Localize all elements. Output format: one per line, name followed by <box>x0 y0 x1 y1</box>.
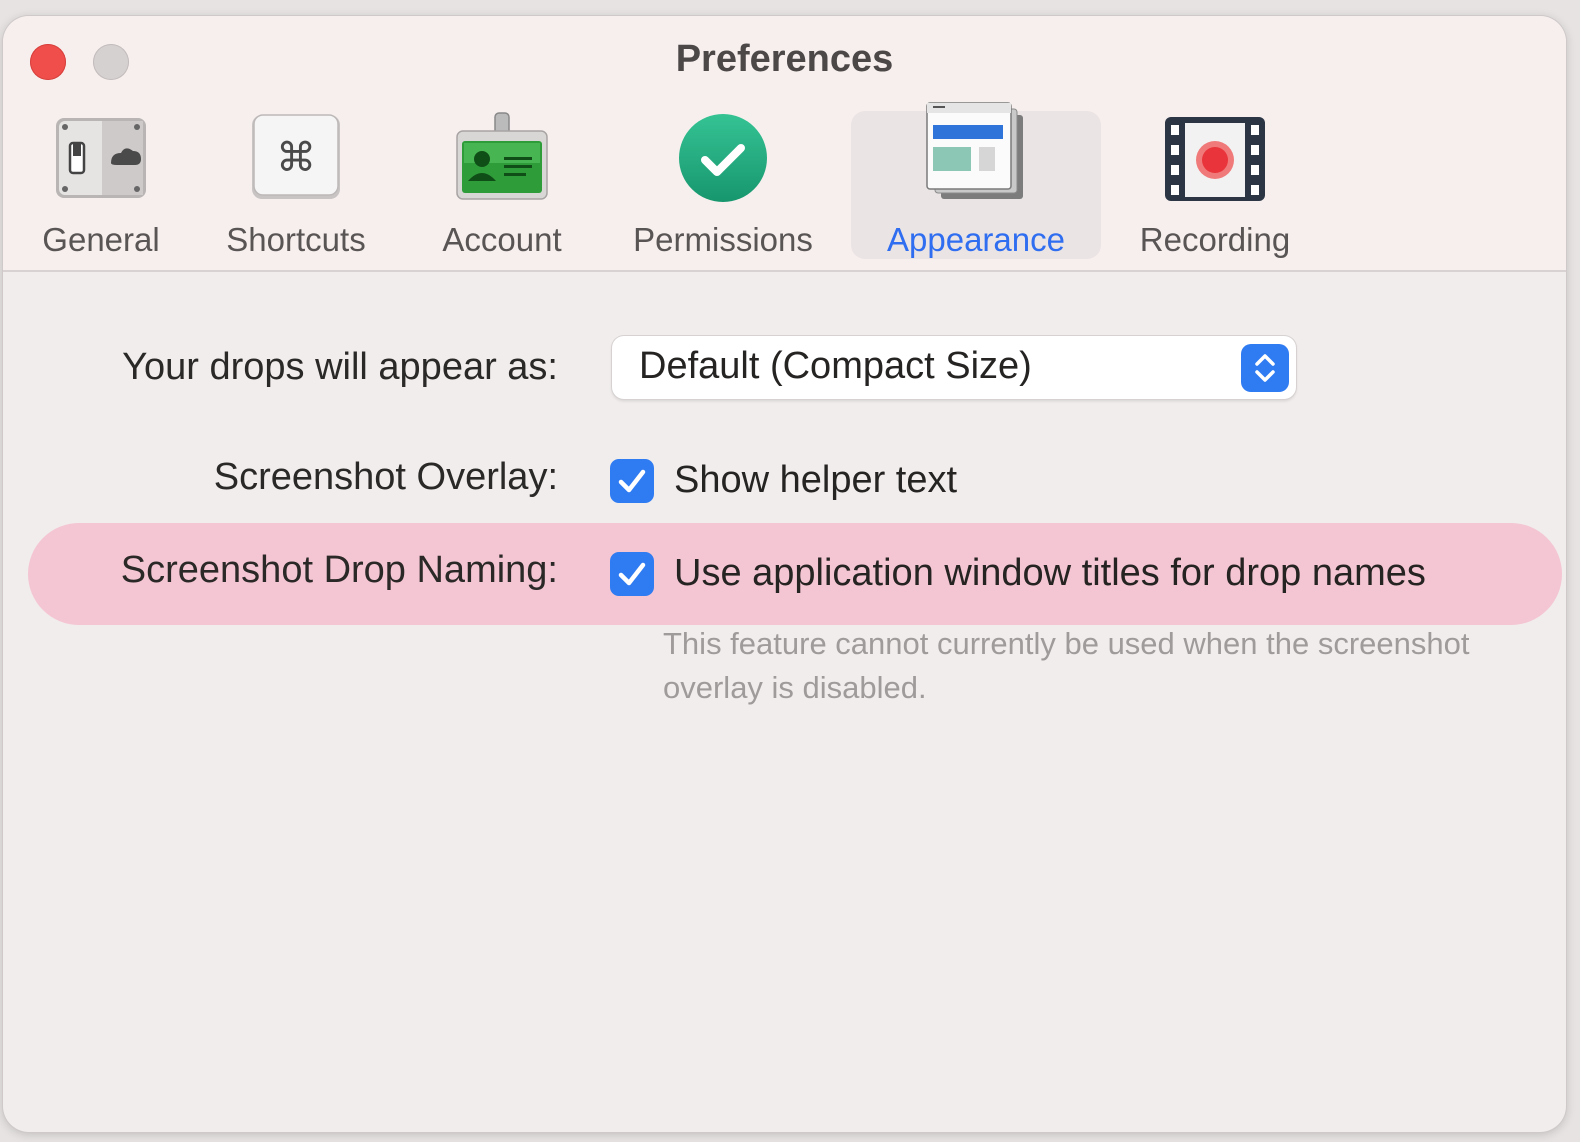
checkmark-icon <box>618 562 646 586</box>
id-badge-icon <box>452 111 552 212</box>
window-title: Preferences <box>675 38 894 80</box>
appearance-label: Your drops will appear as: <box>122 346 558 388</box>
tab-general-label: General <box>42 221 160 258</box>
tab-permissions[interactable]: Permissions <box>615 111 831 259</box>
command-key-icon: ⌘ <box>250 111 342 206</box>
tab-account[interactable]: Account <box>419 111 585 259</box>
window-layout-icon <box>921 101 1031 210</box>
naming-label: Screenshot Drop Naming: <box>120 549 558 591</box>
svg-text:⌘: ⌘ <box>276 135 316 181</box>
overlay-checkbox[interactable] <box>610 459 654 503</box>
tab-appearance[interactable]: Appearance <box>851 102 1101 259</box>
tab-general[interactable]: General <box>23 111 179 259</box>
checkmark-icon <box>618 469 646 493</box>
overlay-checkbox-label: Show helper text <box>674 459 958 501</box>
naming-checkbox[interactable] <box>610 552 654 596</box>
tab-recording-label: Recording <box>1139 221 1291 258</box>
toolbar: Preferences General ⌘ Shortcuts Account … <box>3 16 1566 272</box>
tab-shortcuts[interactable]: ⌘ Shortcuts <box>208 111 384 259</box>
tab-permissions-label: Permissions <box>633 221 813 258</box>
tab-shortcuts-label: Shortcuts <box>226 221 366 258</box>
naming-help-text: This feature cannot currently be used wh… <box>663 626 1470 705</box>
overlay-label: Screenshot Overlay: <box>213 456 558 498</box>
appearance-select-value: Default (Compact Size) <box>639 345 1032 387</box>
appearance-select[interactable]: Default (Compact Size) <box>612 336 1296 399</box>
preferences-window: Preferences General ⌘ Shortcuts Account … <box>3 16 1566 1132</box>
naming-checkbox-label: Use application window titles for drop n… <box>674 552 1426 594</box>
tab-appearance-label: Appearance <box>887 221 1065 258</box>
checkmark-circle-icon <box>675 111 771 212</box>
general-switch-icon <box>53 111 149 206</box>
film-record-icon <box>1163 111 1267 212</box>
tab-recording[interactable]: Recording <box>1125 111 1305 259</box>
chevron-up-down-icon <box>1241 344 1289 392</box>
tab-account-label: Account <box>442 221 562 258</box>
